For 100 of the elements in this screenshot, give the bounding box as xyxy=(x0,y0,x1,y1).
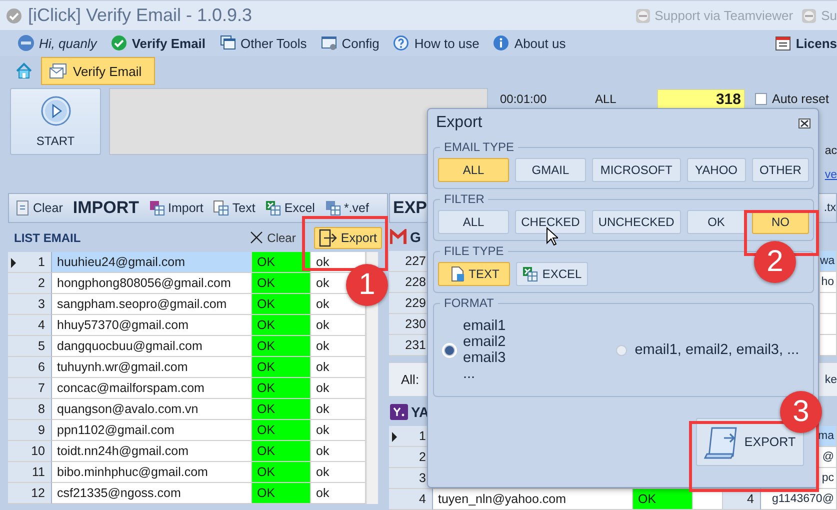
option-button[interactable]: OK xyxy=(686,210,746,234)
elapsed-time: 00:01:00 xyxy=(499,92,548,106)
total-count: 318 xyxy=(657,89,745,109)
clear-list-button[interactable]: Clear xyxy=(249,230,296,245)
partial-text: .tx xyxy=(824,202,836,214)
export-button[interactable]: Export xyxy=(314,226,382,248)
email-cell: bibo.minhphuc@gmail.com xyxy=(52,462,252,483)
license-menu[interactable]: Licens xyxy=(774,35,837,51)
windows-icon xyxy=(220,35,236,51)
row-index: 2 xyxy=(8,273,52,294)
option-button[interactable]: ALL xyxy=(438,210,509,234)
status-text: All: xyxy=(401,372,420,387)
email-cell: hongphong808056@gmail.com xyxy=(52,273,252,294)
partial-text: ac xyxy=(824,145,837,157)
play-icon xyxy=(40,96,70,126)
option-button[interactable]: EXCEL xyxy=(516,262,588,286)
option-button[interactable]: OTHER xyxy=(752,158,810,182)
text-file-icon xyxy=(213,200,230,216)
status-cell: OK xyxy=(252,441,311,462)
option-button[interactable]: GMAIL xyxy=(514,158,586,182)
check-icon xyxy=(6,8,22,24)
row-index: 8 xyxy=(8,399,52,420)
yahoo-icon xyxy=(390,404,408,420)
email-cell: sangpham.seopro@gmail.com xyxy=(52,294,252,315)
close-icon xyxy=(249,230,264,245)
greeting-text: Hi, quanly xyxy=(39,36,97,50)
import-action[interactable]: Import xyxy=(148,200,204,216)
auto-reset-checkbox[interactable]: Auto reset xyxy=(755,92,829,106)
section-title: EXP xyxy=(393,198,428,218)
radio-option[interactable]: email1 email2 email3 ... xyxy=(444,318,506,382)
menu-item[interactable]: Verify Email xyxy=(110,35,206,51)
help-icon xyxy=(393,35,410,51)
menu-item[interactable]: How to use xyxy=(393,35,480,51)
status-cell: OK xyxy=(633,489,693,510)
status-cell: OK xyxy=(252,294,311,315)
tab[interactable]: Verify Email xyxy=(41,57,155,85)
cursor-icon xyxy=(546,227,558,246)
menu-item[interactable]: Config xyxy=(320,35,380,51)
section-title: IMPORT xyxy=(72,198,139,218)
gmail-icon xyxy=(390,228,407,246)
support-icon xyxy=(801,8,818,24)
email-cell: huuhieu24@gmail.com xyxy=(52,252,252,273)
option-button[interactable]: TEXT xyxy=(438,262,510,286)
status-cell: OK xyxy=(252,357,311,378)
group-title: G xyxy=(410,229,421,245)
radio-option[interactable]: email1, email2, email3, ... xyxy=(616,342,800,358)
option-button[interactable]: UNCHECKED xyxy=(592,210,681,234)
export-icon xyxy=(318,228,337,246)
clear-button[interactable]: Clear xyxy=(15,200,63,216)
partial-text: ke xyxy=(824,374,837,386)
row-index: 10 xyxy=(8,441,52,462)
email-cell: toidt.nn24h@gmail.com xyxy=(52,441,252,462)
import-action[interactable]: Text xyxy=(213,200,256,216)
status-cell: OK xyxy=(252,336,311,357)
row-index: 11 xyxy=(8,462,52,483)
text-file-icon xyxy=(448,266,465,282)
group-label: FORMAT xyxy=(440,296,498,310)
row-index: 9 xyxy=(8,420,52,441)
import-action[interactable]: Excel xyxy=(265,200,315,216)
file-icon xyxy=(324,200,341,216)
filter-label: ALL xyxy=(595,92,618,106)
option-button[interactable]: YAHOO xyxy=(686,158,746,182)
close-icon[interactable] xyxy=(798,118,811,128)
status-cell: OK xyxy=(252,378,311,399)
menu-item[interactable]: About us xyxy=(493,35,566,51)
import-action[interactable]: *.vef xyxy=(324,200,369,216)
group-label: EMAIL TYPE xyxy=(440,140,518,154)
status-cell: OK xyxy=(252,483,311,504)
row-index: 1 xyxy=(8,252,52,273)
row-index: 4 xyxy=(8,315,52,336)
email-cell: tuyen_nln@yahoo.com xyxy=(433,489,633,510)
table-cell: ho xyxy=(820,272,837,293)
row-pointer-icon xyxy=(392,432,397,442)
email-cell: dangquocbuu@gmail.com xyxy=(52,336,252,357)
email-cell: tuhuynh.wr@gmail.com xyxy=(52,357,252,378)
status-cell: OK xyxy=(252,399,311,420)
option-button[interactable]: MICROSOFT xyxy=(592,158,681,182)
status-cell: OK xyxy=(252,462,311,483)
row-index: 12 xyxy=(8,483,52,504)
status-cell: OK xyxy=(252,315,311,336)
option-button[interactable]: ALL xyxy=(438,158,509,182)
email-cell: hhuy57370@gmail.com xyxy=(52,315,252,336)
check-icon xyxy=(110,35,127,51)
group-label: FILTER xyxy=(440,192,488,206)
avatar-icon xyxy=(18,35,34,51)
partial-link[interactable]: ve xyxy=(824,169,837,181)
row-index: 7 xyxy=(8,378,52,399)
excel-icon xyxy=(522,266,538,282)
menu-item[interactable]: Other Tools xyxy=(220,35,307,51)
option-button[interactable]: CHECKED xyxy=(514,210,586,234)
home-icon[interactable] xyxy=(15,62,33,80)
start-button[interactable]: START xyxy=(10,88,101,155)
email-cell: ppn1102@gmail.com xyxy=(52,420,252,441)
import-icon xyxy=(148,200,165,216)
envelopes-icon xyxy=(49,63,67,79)
list-title: LIST EMAIL xyxy=(14,230,82,244)
row-pointer-icon xyxy=(11,258,16,268)
row-index: 3 xyxy=(8,294,52,315)
email-cell: concac@mailforspam.com xyxy=(52,378,252,399)
dialog-title: Export xyxy=(436,114,482,132)
